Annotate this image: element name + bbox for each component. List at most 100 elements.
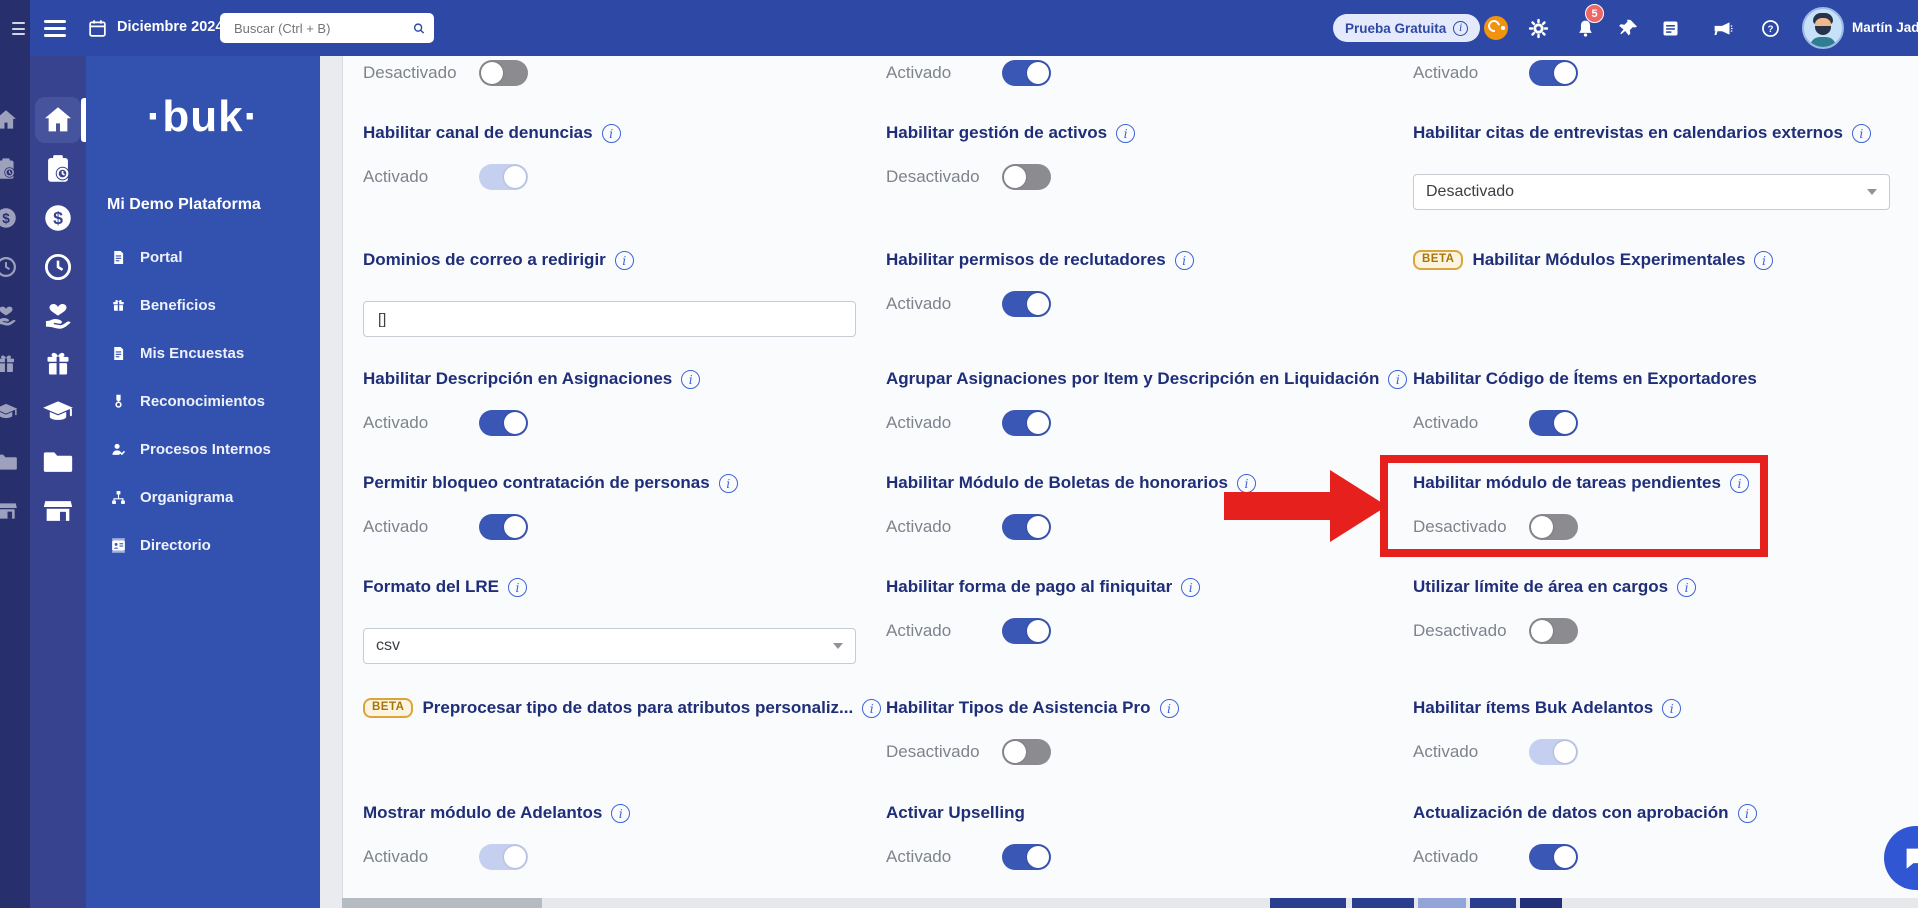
search-input[interactable] <box>232 20 412 37</box>
notes-icon[interactable] <box>1660 18 1681 39</box>
toggle-switch[interactable] <box>1529 618 1578 644</box>
megaphone-icon[interactable] <box>1712 18 1733 39</box>
toggle-switch[interactable] <box>1529 410 1578 436</box>
toggle-switch[interactable] <box>479 164 528 190</box>
hamburger-icon[interactable] <box>12 22 25 39</box>
rail-item-clock[interactable] <box>41 250 75 284</box>
sidebar-item-label: Procesos Internos <box>140 441 271 458</box>
info-icon[interactable]: i <box>1738 804 1757 823</box>
trial-badge[interactable]: Prueba Gratuita i <box>1333 14 1480 42</box>
info-icon[interactable]: i <box>611 804 630 823</box>
toggle-knob <box>1531 516 1553 538</box>
text-input-wrap <box>363 301 856 337</box>
info-icon[interactable]: i <box>508 578 527 597</box>
pin-icon[interactable] <box>1618 18 1639 39</box>
toggle-switch[interactable] <box>1002 410 1051 436</box>
info-icon[interactable]: i <box>862 699 881 718</box>
search-box[interactable] <box>220 13 434 43</box>
rail-item-clipboard-clock[interactable] <box>41 152 75 186</box>
clock-icon <box>0 254 19 280</box>
cutoff-content <box>1418 898 1466 908</box>
info-icon[interactable]: i <box>602 124 621 143</box>
toggle-switch[interactable] <box>1002 164 1051 190</box>
chevron-down-icon <box>833 643 843 649</box>
info-icon[interactable]: i <box>1662 699 1681 718</box>
toggle-switch[interactable] <box>1529 60 1578 86</box>
setting-label: Habilitar ítems Buk Adelantos <box>1413 698 1653 718</box>
highlight-arrow <box>1224 492 1332 520</box>
toggle-state-label: Activado <box>886 413 1002 433</box>
info-icon[interactable]: i <box>1160 699 1179 718</box>
sidebar-item-label: Directorio <box>140 537 211 554</box>
info-icon[interactable]: i <box>615 251 634 270</box>
rail-item-folder[interactable] <box>41 445 75 479</box>
headset-icon[interactable] <box>1484 16 1508 40</box>
sidebar-item-label: Beneficios <box>140 297 216 314</box>
rail-item-dollar-circle[interactable]: $ <box>41 201 75 235</box>
toggle-switch[interactable] <box>479 60 528 86</box>
sidebar-item-procesos-internos[interactable]: Procesos Internos <box>86 425 320 473</box>
info-icon[interactable]: i <box>1852 124 1871 143</box>
cutoff-content <box>1520 898 1562 908</box>
info-icon[interactable]: i <box>1388 370 1407 389</box>
avatar[interactable] <box>1802 7 1844 49</box>
toggle-switch[interactable] <box>479 514 528 540</box>
sidebar-item-directorio[interactable]: Directorio <box>86 521 320 569</box>
trial-info-icon: i <box>1453 21 1468 36</box>
toggle-switch[interactable] <box>479 844 528 870</box>
info-icon[interactable]: i <box>681 370 700 389</box>
rail-item-gift[interactable] <box>41 347 75 381</box>
select-dropdown[interactable]: csv <box>363 628 856 664</box>
rail-item-storefront[interactable] <box>41 494 75 528</box>
hamburger-icon[interactable] <box>44 20 66 41</box>
toggle-switch[interactable] <box>1002 739 1051 765</box>
user-name[interactable]: Martín Jad. <box>1852 20 1918 35</box>
info-icon[interactable]: i <box>719 474 738 493</box>
storefront-icon <box>0 498 19 524</box>
toggle-switch[interactable] <box>1529 739 1578 765</box>
toggle-switch[interactable] <box>1002 844 1051 870</box>
toggle-switch[interactable] <box>1002 618 1051 644</box>
info-icon[interactable]: i <box>1175 251 1194 270</box>
setting-label: Mostrar módulo de Adelantos <box>363 803 602 823</box>
info-icon[interactable]: i <box>1677 578 1696 597</box>
rail-item-hand-heart[interactable] <box>41 298 75 332</box>
setting-label: Permitir bloqueo contratación de persona… <box>363 473 710 493</box>
setting-label: Preprocesar tipo de datos para atributos… <box>422 698 853 718</box>
info-icon[interactable]: i <box>1237 474 1256 493</box>
setting-label: Agrupar Asignaciones por Item y Descripc… <box>886 369 1379 389</box>
search-icon[interactable] <box>412 20 426 37</box>
info-icon[interactable]: i <box>1181 578 1200 597</box>
toggle-switch[interactable] <box>1529 844 1578 870</box>
sidebar-item-portal[interactable]: Portal <box>86 233 320 281</box>
rail-item-home[interactable] <box>41 103 75 137</box>
help-icon[interactable]: ? <box>1760 18 1781 39</box>
sidebar-item-reconocimientos[interactable]: Reconocimientos <box>86 377 320 425</box>
info-icon[interactable]: i <box>1116 124 1135 143</box>
gear-icon[interactable] <box>1527 17 1550 40</box>
info-icon[interactable]: i <box>1730 474 1749 493</box>
toggle-knob <box>504 516 526 538</box>
calendar-icon[interactable] <box>87 18 108 39</box>
rail-item-graduation-cap[interactable] <box>41 395 75 429</box>
cutoff-content <box>1352 898 1414 908</box>
sidebar-item-organigrama[interactable]: Organigrama <box>86 473 320 521</box>
toggle-switch[interactable] <box>479 410 528 436</box>
horizontal-scrollbar-thumb[interactable] <box>342 898 542 908</box>
period-selector[interactable]: Diciembre 2024 <box>117 19 223 35</box>
info-icon[interactable]: i <box>1754 251 1773 270</box>
toggle-switch[interactable] <box>1002 514 1051 540</box>
toggle-switch[interactable] <box>1002 291 1051 317</box>
toggle-switch[interactable] <box>1529 514 1578 540</box>
toggle-switch[interactable] <box>1002 60 1051 86</box>
sidebar-item-beneficios[interactable]: Beneficios <box>86 281 320 329</box>
setting-item: Habilitar forma de pago al finiquitariAc… <box>886 576 1200 644</box>
setting-item: Actualización de datos con aprobacióniAc… <box>1413 802 1757 870</box>
select-dropdown[interactable]: Desactivado <box>1413 174 1890 210</box>
sidebar-item-mis-encuestas[interactable]: Mis Encuestas <box>86 329 320 377</box>
text-input[interactable] <box>376 310 843 329</box>
toggle-knob <box>504 166 526 188</box>
setting-item: Mostrar módulo de AdelantosiActivado <box>363 802 630 870</box>
horizontal-scrollbar-track[interactable] <box>342 898 1918 908</box>
toggle-state-label: Activado <box>886 621 1002 641</box>
